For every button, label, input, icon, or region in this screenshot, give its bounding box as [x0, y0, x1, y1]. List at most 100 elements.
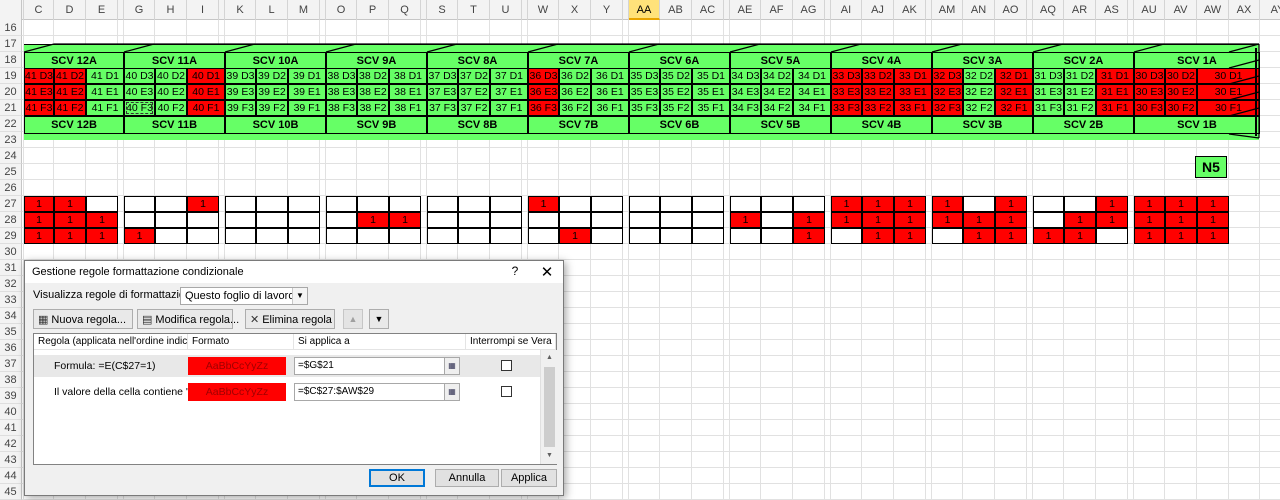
row-header[interactable]: 42 [0, 436, 22, 452]
rack-slot-cell[interactable]: 40 D3 [124, 68, 155, 84]
rack-slot-cell[interactable]: 37 D1 [490, 68, 528, 84]
rack-slot-cell[interactable]: 34 E2 [761, 84, 793, 100]
value-cell[interactable] [629, 228, 660, 244]
rack-slot-cell[interactable]: 40 E2 [155, 84, 187, 100]
new-rule-button[interactable]: ▦ Nuova regola... [33, 309, 133, 329]
rack-slot-cell[interactable]: 41 D1 [86, 68, 124, 84]
row-header[interactable]: 22 [0, 116, 22, 132]
row-header[interactable]: 19 [0, 68, 22, 84]
rack-slot-cell[interactable]: 40 E1 [187, 84, 225, 100]
rack-slot-cell[interactable]: 33 E3 [831, 84, 862, 100]
rack-slot-cell[interactable]: 40 F3 [124, 100, 155, 116]
value-cell[interactable]: 1 [187, 196, 219, 212]
rack-slot-cell[interactable]: 31 D1 [1096, 68, 1134, 84]
stop-if-true-checkbox[interactable] [501, 360, 512, 371]
rack-bottom-label[interactable]: SCV 2B [1033, 116, 1134, 134]
value-cell[interactable]: 1 [1064, 228, 1096, 244]
show-rules-dropdown[interactable]: Questo foglio di lavoro ▼ [180, 287, 308, 305]
value-cell[interactable]: 1 [894, 196, 926, 212]
rack-slot-cell[interactable]: 33 E2 [862, 84, 894, 100]
column-header[interactable]: AJ [862, 0, 894, 20]
rack-bottom-label[interactable]: SCV 5B [730, 116, 831, 134]
value-cell[interactable] [692, 196, 724, 212]
column-header[interactable]: AF [761, 0, 793, 20]
rack-slot-cell[interactable]: 37 E2 [458, 84, 490, 100]
n5-label-cell[interactable]: N5 [1195, 156, 1227, 178]
row-header[interactable]: 30 [0, 244, 22, 260]
column-header[interactable]: AR [1064, 0, 1096, 20]
move-up-button[interactable]: ▲ [343, 309, 363, 329]
value-cell[interactable] [256, 228, 288, 244]
rack-slot-cell[interactable]: 32 D2 [963, 68, 995, 84]
column-header[interactable]: P [357, 0, 389, 20]
select-all-corner[interactable] [0, 0, 22, 20]
value-cell[interactable] [591, 228, 623, 244]
rack-slot-cell[interactable]: 36 E3 [528, 84, 559, 100]
value-cell[interactable] [225, 212, 256, 228]
rack-bottom-label[interactable]: SCV 10B [225, 116, 326, 134]
value-cell[interactable] [559, 212, 591, 228]
value-cell[interactable]: 1 [1134, 228, 1165, 244]
rack-slot-cell[interactable]: 40 D1 [187, 68, 225, 84]
value-cell[interactable]: 1 [995, 212, 1027, 228]
value-cell[interactable]: 1 [24, 228, 54, 244]
row-header[interactable]: 29 [0, 228, 22, 244]
rack-slot-cell[interactable]: 35 F3 [629, 100, 660, 116]
rack-slot-cell[interactable]: 36 D2 [559, 68, 591, 84]
column-header[interactable]: AB [660, 0, 692, 20]
row-header[interactable]: 28 [0, 212, 22, 228]
value-cell[interactable] [86, 196, 118, 212]
value-cell[interactable] [963, 196, 995, 212]
value-cell[interactable]: 1 [1134, 212, 1165, 228]
rack-slot-cell[interactable]: 33 D1 [894, 68, 932, 84]
column-header[interactable]: AX [1229, 0, 1260, 20]
rack-slot-cell[interactable]: 41 F2 [54, 100, 86, 116]
value-cell[interactable]: 1 [831, 196, 862, 212]
rack-slot-cell[interactable]: 34 E1 [793, 84, 831, 100]
column-header[interactable]: H [155, 0, 187, 20]
rack-bottom-label[interactable]: SCV 11B [124, 116, 225, 134]
value-cell[interactable] [1096, 228, 1128, 244]
value-cell[interactable]: 1 [1165, 228, 1197, 244]
row-header[interactable]: 38 [0, 372, 22, 388]
rack-slot-cell[interactable]: 38 F3 [326, 100, 357, 116]
value-cell[interactable] [187, 228, 219, 244]
column-header[interactable]: AW [1197, 0, 1229, 20]
rack-slot-cell[interactable]: 35 D1 [692, 68, 730, 84]
rack-slot-cell[interactable]: 41 E2 [54, 84, 86, 100]
column-header[interactable]: X [559, 0, 591, 20]
rack-slot-cell[interactable]: 41 F1 [86, 100, 124, 116]
row-header[interactable]: 21 [0, 100, 22, 116]
conditional-formatting-dialog[interactable]: Gestione regole formattazione condiziona… [24, 260, 564, 496]
rule-row[interactable]: Il valore della cella contiene '1' AaBbC… [34, 381, 540, 403]
value-cell[interactable]: 1 [932, 196, 963, 212]
value-cell[interactable] [389, 196, 421, 212]
column-header[interactable]: AI [831, 0, 862, 20]
rack-bottom-label[interactable]: SCV 7B [528, 116, 629, 134]
rack-bottom-label[interactable]: SCV 1B [1134, 116, 1260, 134]
rack-slot-cell[interactable]: 31 F2 [1064, 100, 1096, 116]
rack-slot-cell[interactable]: 32 E2 [963, 84, 995, 100]
value-cell[interactable]: 1 [862, 212, 894, 228]
value-cell[interactable] [288, 228, 320, 244]
column-header[interactable]: O [326, 0, 357, 20]
value-cell[interactable] [155, 228, 187, 244]
rack-slot-cell[interactable]: 40 E3 [124, 84, 155, 100]
value-cell[interactable] [692, 228, 724, 244]
rack-slot-cell[interactable]: 39 E1 [288, 84, 326, 100]
value-cell[interactable] [225, 196, 256, 212]
value-cell[interactable] [692, 212, 724, 228]
rack-slot-cell[interactable]: 37 F2 [458, 100, 490, 116]
value-cell[interactable] [528, 228, 559, 244]
rack-slot-cell[interactable]: 34 D1 [793, 68, 831, 84]
chevron-down-icon[interactable]: ▼ [292, 288, 307, 304]
move-down-button[interactable]: ▼ [369, 309, 389, 329]
value-cell[interactable]: 1 [1096, 212, 1128, 228]
rack-bottom-label[interactable]: SCV 12B [24, 116, 124, 134]
rack-slot-cell[interactable]: 38 F1 [389, 100, 427, 116]
row-header[interactable]: 18 [0, 52, 22, 68]
value-cell[interactable] [1064, 196, 1096, 212]
rack-slot-cell[interactable]: 31 F1 [1096, 100, 1134, 116]
rack-slot-cell[interactable]: 33 D3 [831, 68, 862, 84]
value-cell[interactable]: 1 [862, 196, 894, 212]
